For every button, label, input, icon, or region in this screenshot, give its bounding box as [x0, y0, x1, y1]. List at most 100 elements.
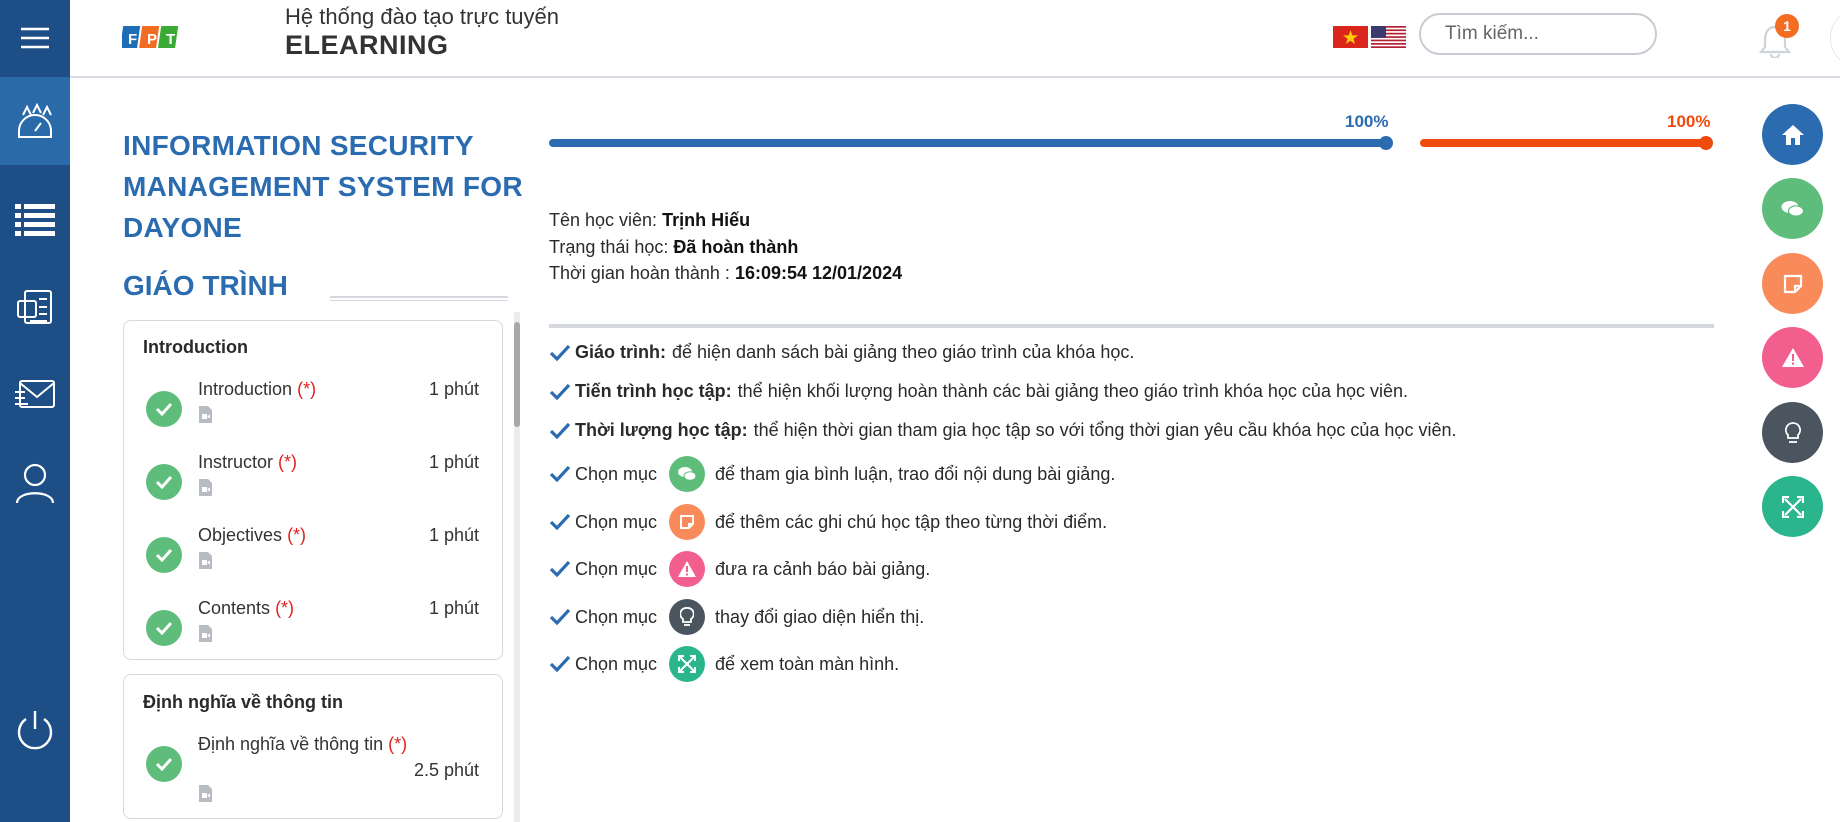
list-icon [15, 204, 55, 236]
comments-button[interactable] [1762, 178, 1823, 239]
home-icon [1781, 124, 1804, 145]
study-duration-percent: 100% [1667, 112, 1711, 131]
menu-toggle-button[interactable] [0, 0, 70, 75]
lesson-item[interactable]: Instructor (*) 1 phút [124, 452, 504, 522]
study-duration-bar [1420, 139, 1712, 147]
lesson-title[interactable]: Định nghĩa về thông tin (*) [198, 734, 407, 755]
checkmark-icon [549, 560, 571, 578]
curriculum-heading: GIÁO TRÌNH [123, 270, 288, 301]
section-divider [549, 324, 1714, 328]
lesson-item[interactable]: Introduction (*) 1 phút [124, 379, 504, 449]
student-name-row: Tên học viên: Trịnh Hiếu [549, 210, 750, 231]
sidebar-item-documents[interactable] [0, 263, 70, 351]
fullscreen-icon [1781, 495, 1804, 518]
curriculum-scrollbar-thumb[interactable] [514, 322, 520, 427]
guide-item-title: Giáo trình: [575, 342, 666, 362]
vietnam-flag-icon[interactable] [1333, 26, 1368, 48]
guide-item-text: thể hiện thời gian tham gia học tập so v… [753, 420, 1457, 440]
guide-item: Chọn mục để xem toàn màn hình. [549, 646, 899, 682]
lesson-duration: 1 phút [428, 452, 479, 472]
video-file-icon [199, 785, 212, 802]
guide-item-title: Thời lượng học tập: [575, 420, 748, 440]
guide-item-text: để thêm các ghi chú học tập theo từng th… [715, 511, 1108, 532]
completed-check-icon [146, 537, 182, 573]
menu-icon [21, 27, 49, 48]
notes-button[interactable] [1762, 253, 1823, 314]
svg-text:F: F [128, 31, 137, 48]
lesson-title[interactable]: Objectives (*) [198, 525, 306, 546]
comments-icon [669, 456, 706, 492]
documents-icon [17, 290, 52, 324]
required-marker: (*) [275, 598, 295, 618]
warning-icon [1781, 348, 1804, 367]
guide-item-prefix: Chọn mục [575, 511, 658, 532]
sidebar-item-mail[interactable] [0, 351, 70, 439]
logout-button[interactable] [0, 686, 70, 774]
us-flag-icon[interactable] [1371, 26, 1406, 48]
sidebar-item-list[interactable] [0, 175, 70, 263]
lesson-title[interactable]: Introduction (*) [198, 379, 316, 400]
guide-item: Thời lượng học tập: thể hiện thời gian th… [549, 420, 1456, 441]
course-title: INFORMATION SECURITY MANAGEMENT SYSTEM F… [123, 130, 523, 243]
checkmark-icon [549, 383, 571, 400]
guide-item: Chọn mục để thêm các ghi chú học tập the… [549, 504, 1107, 540]
heading-divider [330, 296, 508, 301]
guide-item-text: thay đổi giao diện hiển thị. [715, 606, 925, 627]
home-button[interactable] [1762, 104, 1823, 165]
left-sidebar [0, 0, 70, 822]
lesson-item[interactable]: Contents (*) 1 phút [124, 598, 504, 668]
avatar[interactable] [1830, 8, 1840, 68]
completion-time-label: Thời gian hoàn thành : [549, 263, 730, 283]
search-input[interactable] [1419, 13, 1657, 55]
lesson-item[interactable]: Objectives (*) 1 phút [124, 525, 504, 595]
lesson-title[interactable]: Instructor (*) [198, 452, 297, 473]
completion-time: 16:09:54 12/01/2024 [734, 263, 903, 283]
guide-item-prefix: Chọn mục [575, 606, 658, 627]
guide-item: Chọn mục để tham gia bình luận, trao đổi… [549, 456, 1115, 492]
note-icon [669, 504, 706, 540]
lesson-duration: 2.5 phút [413, 760, 479, 780]
comments-icon [1781, 200, 1804, 217]
fpt-logo[interactable]: F P T [122, 20, 182, 54]
sidebar-item-profile[interactable] [0, 439, 70, 527]
svg-text:P: P [147, 31, 157, 48]
checkmark-icon [549, 344, 571, 361]
mail-icon [15, 380, 55, 408]
lesson-title[interactable]: Contents (*) [198, 598, 294, 619]
curriculum-section: Định nghĩa về thông tin Định nghĩa về th… [123, 674, 503, 819]
learning-progress-knob [1379, 136, 1393, 150]
learning-progress-bar [549, 139, 1388, 147]
fullscreen-button[interactable] [1762, 476, 1823, 537]
lesson-name: Contents [198, 598, 271, 618]
section-title[interactable]: Introduction [143, 337, 248, 358]
guide-item: Tiến trình học tập: thể hiện khối lượng h… [549, 381, 1408, 402]
completed-check-icon [146, 746, 182, 782]
curriculum-section: Introduction Introduction (*) 1 phút Ins… [123, 320, 503, 660]
sidebar-item-dashboard[interactable] [0, 77, 70, 165]
guide-item-text: để xem toàn màn hình. [715, 653, 900, 674]
guide-item-title: Tiến trình học tập: [575, 381, 732, 401]
lesson-item[interactable]: Định nghĩa về thông tin (*) 2.5 phút [124, 734, 504, 816]
video-file-icon [199, 479, 212, 496]
checkmark-icon [549, 513, 571, 531]
required-marker: (*) [287, 525, 307, 545]
checkmark-icon [549, 465, 571, 483]
guide-item-text: thể hiện khối lượng hoàn thành các bài g… [737, 381, 1408, 401]
guide-item-prefix: Chọn mục [575, 653, 658, 674]
section-title[interactable]: Định nghĩa về thông tin [143, 692, 343, 713]
completed-check-icon [146, 610, 182, 646]
checkmark-icon [549, 608, 571, 626]
learning-progress-percent: 100% [1345, 112, 1389, 131]
lesson-name: Định nghĩa về thông tin [198, 734, 384, 754]
checkmark-icon [549, 655, 571, 673]
video-file-icon [199, 406, 212, 423]
fullscreen-icon [669, 646, 706, 682]
warning-button[interactable] [1762, 327, 1823, 388]
brand-subtitle: Hệ thống đào tạo trực tuyến [285, 4, 560, 29]
guide-item: Giáo trình: để hiện danh sách bài giảng t… [549, 342, 1134, 363]
study-status: Đã hoàn thành [673, 237, 799, 257]
lesson-name: Instructor [198, 452, 274, 472]
theme-toggle-button[interactable] [1762, 402, 1823, 463]
guide-item-prefix: Chọn mục [575, 463, 658, 484]
notification-badge[interactable]: 1 [1775, 14, 1799, 38]
